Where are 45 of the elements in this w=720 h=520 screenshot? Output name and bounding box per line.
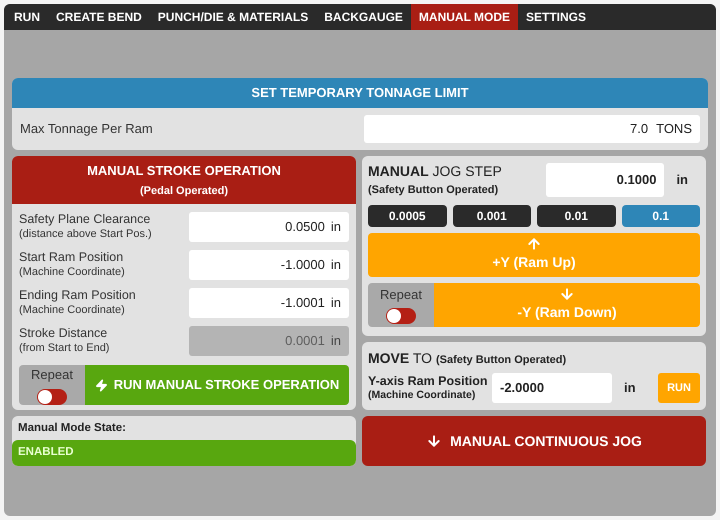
- continuous-jog-button[interactable]: MANUAL CONTINUOUS JOG: [362, 416, 706, 466]
- field-label: Max Tonnage Per Ram: [20, 120, 153, 138]
- unit-label: in: [624, 379, 636, 398]
- panel-title: MANUAL JOG STEP: [368, 162, 502, 181]
- nav-tab[interactable]: BACKGAUGE: [316, 4, 411, 30]
- nav-tab[interactable]: RUN: [6, 4, 48, 30]
- tonnage-field[interactable]: 7.0 TONS: [364, 115, 700, 143]
- value-field[interactable]: -1.0001 in: [189, 288, 349, 318]
- field-label: Stroke Distance: [19, 326, 108, 342]
- repeat-label: Repeat: [31, 366, 73, 384]
- state-label: Manual Mode State:: [17, 421, 127, 436]
- field-sublabel: (Machine Coordinate): [19, 266, 125, 280]
- repeat-toggle[interactable]: [386, 308, 416, 324]
- lightning-icon: [94, 378, 108, 392]
- state-indicator: ENABLED: [12, 440, 356, 466]
- step-preset-button[interactable]: 0.001: [452, 204, 531, 226]
- up-arrow-icon: [526, 236, 542, 252]
- panel-header: MANUAL STROKE OPERATION (Pedal Operated): [12, 156, 356, 204]
- field-label: Start Ram Position: [19, 250, 124, 266]
- jog-step-field[interactable]: 0.1000: [546, 162, 664, 197]
- field-label: Ending Ram Position: [19, 288, 136, 304]
- unit-label: in: [676, 171, 688, 189]
- repeat-label: Repeat: [380, 286, 422, 304]
- panel-header: SET TEMPORARY TONNAGE LIMIT: [12, 78, 708, 108]
- nav-tab[interactable]: SETTINGS: [518, 4, 594, 30]
- nav-tab[interactable]: PUNCH/DIE & MATERIALS: [150, 4, 316, 30]
- field-label: Y-axis Ram Position: [368, 374, 488, 390]
- value-field[interactable]: 0.0500 in: [189, 212, 349, 242]
- step-preset-button[interactable]: 0.0005: [368, 204, 446, 226]
- field-sublabel: (Machine Coordinate): [19, 304, 126, 318]
- field-sublabel: (distance above Start Pos.): [19, 228, 152, 242]
- position-field[interactable]: -2.0000: [492, 373, 612, 403]
- nav-tab[interactable]: CREATE BEND: [48, 4, 150, 30]
- repeat-toggle[interactable]: [37, 388, 67, 405]
- value-field: 0.0001 in: [189, 326, 349, 356]
- step-preset-button[interactable]: 0.01: [537, 204, 616, 226]
- panel-title: MOVE TO (Safety Button Operated): [368, 349, 568, 368]
- field-label: Safety Plane Clearance: [19, 212, 152, 228]
- step-preset-button[interactable]: 0.1: [622, 204, 700, 226]
- nav-tab[interactable]: MANUAL MODE: [410, 4, 518, 30]
- panel-subtitle: (Safety Button Operated): [368, 183, 500, 198]
- field-sublabel: (Machine Coordinate): [368, 389, 476, 402]
- value-field[interactable]: -1.0000 in: [189, 250, 349, 280]
- down-arrow-icon: [559, 286, 575, 302]
- field-sublabel: (from Start to End): [19, 342, 110, 356]
